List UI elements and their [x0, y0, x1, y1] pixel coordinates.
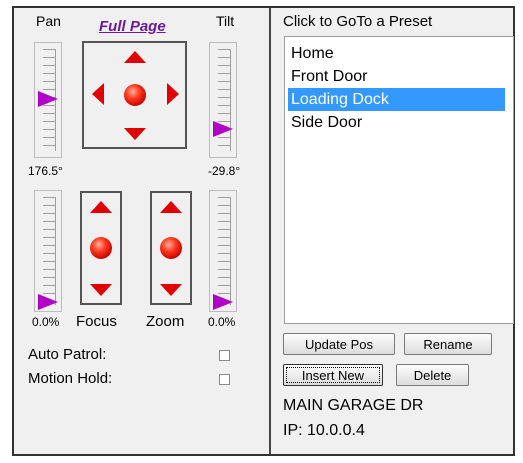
panel-divider	[269, 8, 271, 454]
zoom-label: Zoom	[146, 313, 185, 330]
pan-label: Pan	[36, 13, 61, 29]
tilt-label: Tilt	[216, 13, 235, 29]
focus-center-icon[interactable]	[90, 237, 112, 259]
zoom-center-icon[interactable]	[160, 237, 182, 259]
pan-right-arrow-icon[interactable]	[167, 83, 179, 105]
pan-value: 176.5°	[28, 164, 63, 178]
tilt-up-arrow-icon[interactable]	[124, 51, 146, 63]
focus-control	[80, 191, 122, 305]
preset-list-title: Click to GoTo a Preset	[283, 13, 433, 30]
full-page-link[interactable]: Full Page	[99, 18, 166, 35]
pan-tilt-pad	[82, 41, 187, 149]
auto-patrol-checkbox[interactable]	[219, 350, 230, 361]
focus-down-arrow-icon[interactable]	[90, 284, 112, 296]
focus-up-arrow-icon[interactable]	[90, 201, 112, 213]
ptz-control-panel: Pan Full Page Tilt 176.5° -29.8° 0.0% Fo…	[12, 6, 515, 456]
motion-hold-label: Motion Hold:	[28, 370, 113, 387]
pan-slider[interactable]	[34, 42, 62, 158]
motion-hold-checkbox[interactable]	[219, 374, 230, 385]
zoom-down-arrow-icon[interactable]	[160, 284, 182, 296]
tilt-slider-thumb[interactable]	[213, 121, 233, 137]
focus-label: Focus	[76, 313, 117, 330]
tilt-value: -29.8°	[208, 164, 241, 178]
camera-ip: IP: 10.0.0.4	[283, 422, 365, 439]
pan-slider-thumb[interactable]	[38, 91, 58, 107]
focus-level-value: 0.0%	[32, 315, 60, 329]
zoom-up-arrow-icon[interactable]	[160, 201, 182, 213]
tilt-slider[interactable]	[209, 42, 237, 158]
auto-patrol-label: Auto Patrol:	[28, 346, 107, 363]
preset-list[interactable]: Home Front Door Loading Dock Side Door	[284, 36, 514, 324]
focus-level-thumb[interactable]	[38, 294, 58, 310]
focus-level-slider[interactable]	[34, 190, 62, 312]
preset-list-item[interactable]: Front Door	[288, 65, 505, 88]
zoom-level-slider[interactable]	[209, 190, 237, 312]
pan-left-arrow-icon[interactable]	[92, 83, 104, 105]
zoom-level-thumb[interactable]	[213, 294, 233, 310]
insert-new-button[interactable]: Insert New	[283, 364, 383, 386]
preset-list-item[interactable]: Home	[288, 42, 505, 65]
update-pos-button[interactable]: Update Pos	[283, 333, 395, 355]
camera-name: MAIN GARAGE DR	[283, 397, 424, 414]
zoom-level-value: 0.0%	[208, 315, 236, 329]
delete-button[interactable]: Delete	[396, 364, 469, 386]
rename-button[interactable]: Rename	[404, 333, 492, 355]
preset-list-item[interactable]: Loading Dock	[288, 88, 505, 111]
zoom-control	[150, 191, 192, 305]
ptz-home-icon[interactable]	[124, 84, 146, 106]
tilt-down-arrow-icon[interactable]	[124, 128, 146, 140]
preset-list-item[interactable]: Side Door	[288, 111, 505, 134]
